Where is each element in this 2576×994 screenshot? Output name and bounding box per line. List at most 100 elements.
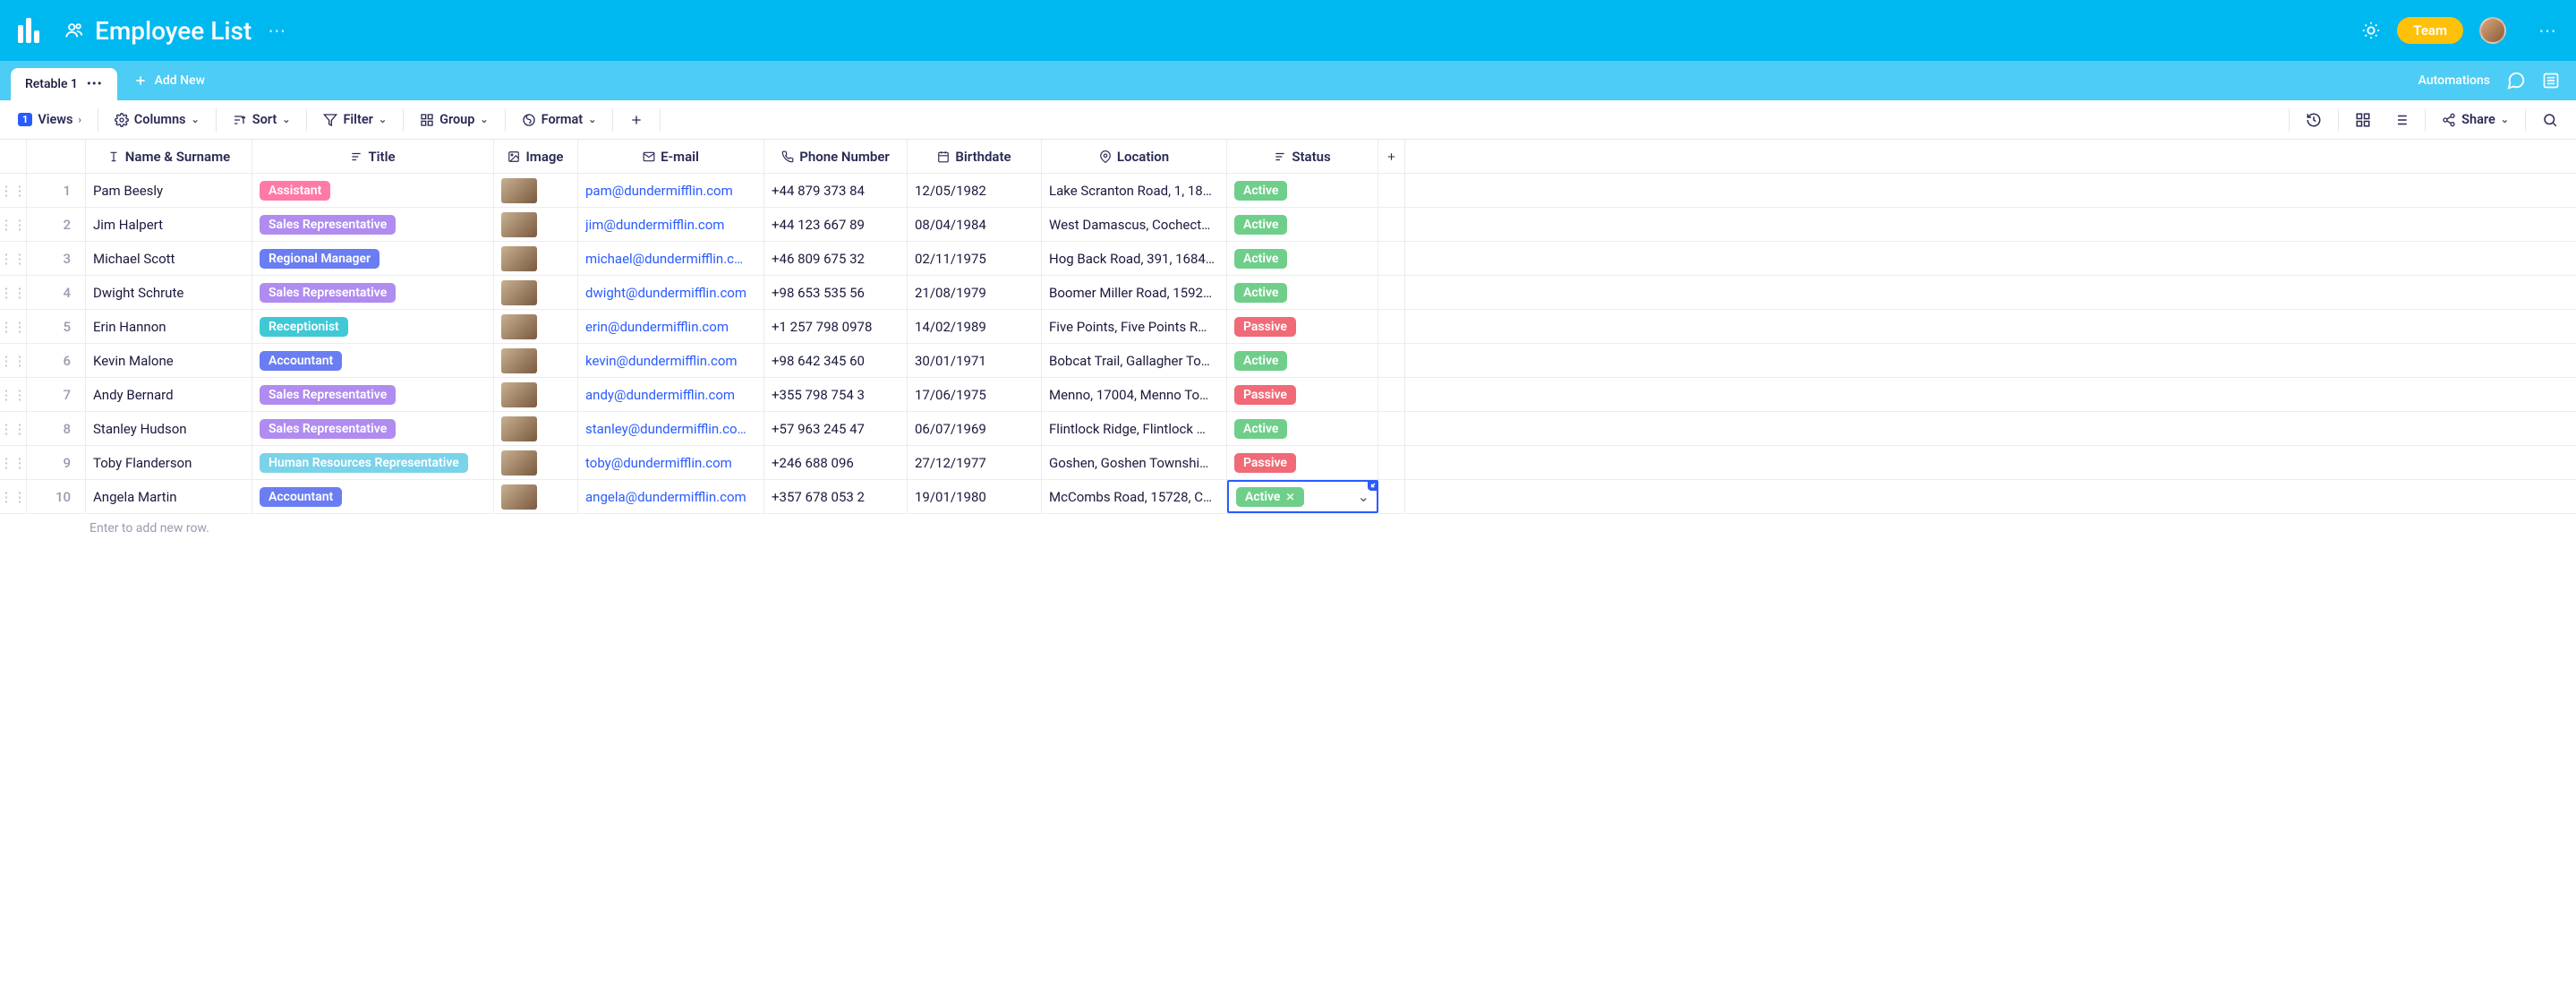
cell-location[interactable]: Flintlock Ridge, Flintlock … (1042, 412, 1227, 445)
cell-title[interactable]: Regional Manager (252, 242, 494, 275)
tab-retable[interactable]: Retable 1 ••• (11, 68, 117, 100)
cell-name[interactable]: Erin Hannon (86, 310, 252, 343)
table-row[interactable]: ⋮⋮ 6 Kevin Malone Accountant kevin@dunde… (0, 344, 2576, 378)
cell-status[interactable]: Active (1227, 174, 1378, 207)
remove-tag-icon[interactable]: ✕ (1285, 491, 1294, 503)
cell-birthdate[interactable]: 27/12/1977 (908, 446, 1042, 479)
cell-image[interactable] (494, 208, 578, 241)
cell-name[interactable]: Dwight Schrute (86, 276, 252, 309)
cell-image[interactable] (494, 310, 578, 343)
col-header-phone[interactable]: Phone Number (764, 140, 908, 173)
cell-title[interactable]: Receptionist (252, 310, 494, 343)
table-row[interactable]: ⋮⋮ 3 Michael Scott Regional Manager mich… (0, 242, 2576, 276)
table-row[interactable]: ⋮⋮ 10 Angela Martin Accountant angela@du… (0, 480, 2576, 514)
share-button[interactable]: Share ⌄ (2433, 107, 2518, 133)
table-row[interactable]: ⋮⋮ 8 Stanley Hudson Sales Representative… (0, 412, 2576, 446)
cell-image[interactable] (494, 276, 578, 309)
cell-birthdate[interactable]: 02/11/1975 (908, 242, 1042, 275)
cell-status[interactable]: Active✕ ⌄ (1227, 480, 1378, 513)
cell-birthdate[interactable]: 17/06/1975 (908, 378, 1042, 411)
cell-title[interactable]: Sales Representative (252, 378, 494, 411)
cell-image[interactable] (494, 174, 578, 207)
cell-status[interactable]: Passive (1227, 378, 1378, 411)
drag-handle-icon[interactable]: ⋮⋮ (0, 310, 27, 343)
cell-title[interactable]: Accountant (252, 480, 494, 513)
cell-image[interactable] (494, 344, 578, 377)
cell-phone[interactable]: +98 653 535 56 (764, 276, 908, 309)
cell-email[interactable]: erin@dundermifflin.com (578, 310, 764, 343)
cell-location[interactable]: Five Points, Five Points R… (1042, 310, 1227, 343)
col-header-email[interactable]: E-mail (578, 140, 764, 173)
cell-status[interactable]: Active (1227, 208, 1378, 241)
cell-phone[interactable]: +44 123 667 89 (764, 208, 908, 241)
expand-icon[interactable] (1368, 480, 1378, 491)
add-row-placeholder[interactable]: Enter to add new row. (0, 514, 2576, 543)
cell-phone[interactable]: +246 688 096 (764, 446, 908, 479)
cell-phone[interactable]: +98 642 345 60 (764, 344, 908, 377)
cell-email[interactable]: jim@dundermifflin.com (578, 208, 764, 241)
cell-birthdate[interactable]: 21/08/1979 (908, 276, 1042, 309)
cell-title[interactable]: Sales Representative (252, 208, 494, 241)
cell-email[interactable]: stanley@dundermifflin.co… (578, 412, 764, 445)
cell-phone[interactable]: +46 809 675 32 (764, 242, 908, 275)
cell-email[interactable]: andy@dundermifflin.com (578, 378, 764, 411)
drag-handle-icon[interactable]: ⋮⋮ (0, 344, 27, 377)
cell-title[interactable]: Assistant (252, 174, 494, 207)
cell-phone[interactable]: +44 879 373 84 (764, 174, 908, 207)
cell-email[interactable]: dwight@dundermifflin.com (578, 276, 764, 309)
cell-email[interactable]: pam@dundermifflin.com (578, 174, 764, 207)
cell-title[interactable]: Accountant (252, 344, 494, 377)
cell-location[interactable]: Lake Scranton Road, 1, 18… (1042, 174, 1227, 207)
drag-handle-icon[interactable]: ⋮⋮ (0, 378, 27, 411)
cell-email[interactable]: angela@dundermifflin.com (578, 480, 764, 513)
cell-location[interactable]: West Damascus, Cochect… (1042, 208, 1227, 241)
col-header-name[interactable]: Name & Surname (86, 140, 252, 173)
col-header-title[interactable]: Title (252, 140, 494, 173)
header-more-icon[interactable]: ⋯ (2538, 20, 2558, 41)
cell-birthdate[interactable]: 19/01/1980 (908, 480, 1042, 513)
cell-email[interactable]: michael@dundermifflin.c… (578, 242, 764, 275)
cell-birthdate[interactable]: 12/05/1982 (908, 174, 1042, 207)
cell-location[interactable]: McCombs Road, 15728, C… (1042, 480, 1227, 513)
cell-status[interactable]: Passive (1227, 310, 1378, 343)
cell-title[interactable]: Sales Representative (252, 276, 494, 309)
panel-icon[interactable] (2542, 72, 2560, 90)
cell-phone[interactable]: +57 963 245 47 (764, 412, 908, 445)
cell-phone[interactable]: +1 257 798 0978 (764, 310, 908, 343)
table-row[interactable]: ⋮⋮ 2 Jim Halpert Sales Representative ji… (0, 208, 2576, 242)
drag-handle-icon[interactable]: ⋮⋮ (0, 208, 27, 241)
add-column-button[interactable] (1378, 140, 1405, 173)
cell-name[interactable]: Stanley Hudson (86, 412, 252, 445)
cell-image[interactable] (494, 412, 578, 445)
cell-image[interactable] (494, 480, 578, 513)
cell-location[interactable]: Bobcat Trail, Gallagher To… (1042, 344, 1227, 377)
drag-handle-icon[interactable]: ⋮⋮ (0, 242, 27, 275)
cell-status[interactable]: Active (1227, 412, 1378, 445)
cell-name[interactable]: Kevin Malone (86, 344, 252, 377)
cell-location[interactable]: Goshen, Goshen Townshi… (1042, 446, 1227, 479)
cell-birthdate[interactable]: 08/04/1984 (908, 208, 1042, 241)
format-button[interactable]: Format ⌄ (513, 107, 606, 133)
table-row[interactable]: ⋮⋮ 9 Toby Flanderson Human Resources Rep… (0, 446, 2576, 480)
cell-title[interactable]: Sales Representative (252, 412, 494, 445)
filter-button[interactable]: Filter ⌄ (314, 107, 396, 133)
drag-handle-icon[interactable]: ⋮⋮ (0, 174, 27, 207)
table-row[interactable]: ⋮⋮ 7 Andy Bernard Sales Representative a… (0, 378, 2576, 412)
add-new-tab-button[interactable]: Add New (117, 73, 221, 88)
cell-image[interactable] (494, 378, 578, 411)
grid-view-button[interactable] (2346, 107, 2380, 133)
list-view-button[interactable] (2384, 107, 2418, 133)
history-button[interactable] (2297, 107, 2331, 133)
cell-name[interactable]: Toby Flanderson (86, 446, 252, 479)
col-header-status[interactable]: Status (1227, 140, 1378, 173)
automations-link[interactable]: Automations (2418, 73, 2490, 88)
drag-handle-icon[interactable]: ⋮⋮ (0, 446, 27, 479)
cell-name[interactable]: Jim Halpert (86, 208, 252, 241)
group-button[interactable]: Group ⌄ (411, 107, 498, 133)
cell-image[interactable] (494, 446, 578, 479)
cell-title[interactable]: Human Resources Representative (252, 446, 494, 479)
table-row[interactable]: ⋮⋮ 5 Erin Hannon Receptionist erin@dunde… (0, 310, 2576, 344)
cell-location[interactable]: Boomer Miller Road, 1592… (1042, 276, 1227, 309)
chevron-down-icon[interactable]: ⌄ (1358, 488, 1369, 505)
cell-name[interactable]: Andy Bernard (86, 378, 252, 411)
